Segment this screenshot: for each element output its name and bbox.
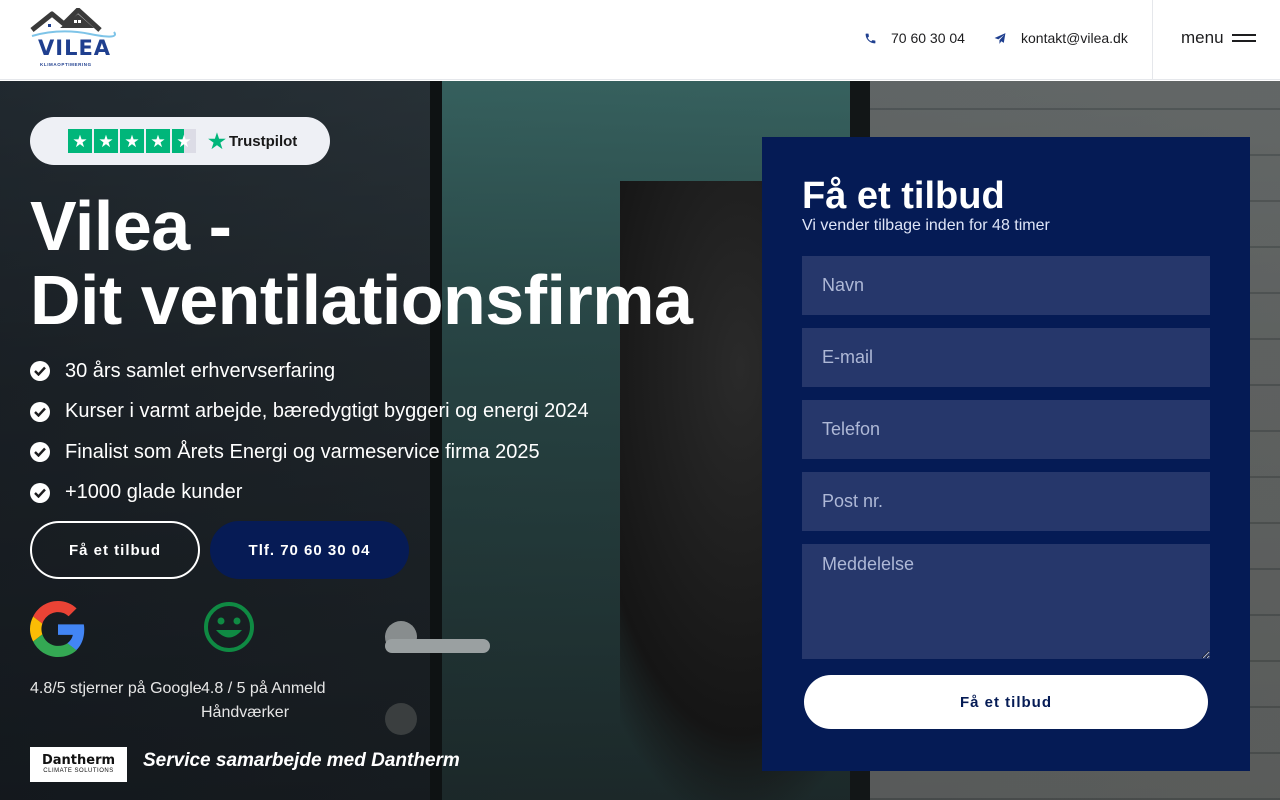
dantherm-logo-subtext: CLIMATE SOLUTIONS xyxy=(43,768,114,774)
hero-background-door-lock xyxy=(385,703,417,735)
phone-icon xyxy=(865,33,876,43)
trustpilot-badge[interactable]: ★ ★ ★ ★ ★ ★ Trustpilot xyxy=(30,117,330,165)
trustpilot-brand-text: Trustpilot xyxy=(228,132,298,150)
logo-tagline: KLIMAOPTIMERING xyxy=(40,62,92,67)
check-circle-icon xyxy=(30,442,50,463)
message-textarea[interactable] xyxy=(802,544,1210,659)
header-email-text: kontakt@vilea.dk xyxy=(1021,30,1128,46)
site-header: VILEA KLIMAOPTIMERING 70 60 30 04 kontak… xyxy=(0,0,1280,80)
feature-item: +1000 glade kunder xyxy=(30,473,589,514)
check-circle-icon xyxy=(30,482,50,503)
star-icon: ★ xyxy=(94,129,118,153)
trustpilot-star-icon: ★ xyxy=(208,130,226,153)
hero-section: ★ ★ ★ ★ ★ ★ Trustpilot Vilea - Dit venti… xyxy=(0,81,1280,800)
hamburger-icon xyxy=(1231,33,1256,43)
dantherm-logo-text: Dantherm xyxy=(41,753,116,768)
half-star-icon: ★ xyxy=(172,129,196,153)
check-circle-icon xyxy=(30,401,50,422)
form-subtitle: Vi vender tilbage inden for 48 timer xyxy=(802,217,1050,234)
feature-text: +1000 glade kunder xyxy=(65,481,243,504)
dantherm-logo[interactable]: Dantherm CLIMATE SOLUTIONS xyxy=(30,747,127,782)
email-input[interactable] xyxy=(802,328,1210,387)
feature-text: Kurser i varmt arbejde, bæredygtigt bygg… xyxy=(65,400,589,423)
trustpilot-logo: ★ Trustpilot xyxy=(208,129,297,154)
get-quote-button[interactable]: Få et tilbud xyxy=(30,521,200,579)
feature-item: 30 års samlet erhvervserfaring xyxy=(30,351,589,392)
phone-input[interactable] xyxy=(802,400,1210,459)
paper-plane-icon xyxy=(994,32,1006,44)
header-email-link[interactable]: kontakt@vilea.dk xyxy=(993,30,1128,46)
header-divider xyxy=(1152,0,1153,80)
trustpilot-stars: ★ ★ ★ ★ ★ xyxy=(68,129,196,153)
google-rating-text: 4.8/5 stjerner på Google xyxy=(30,680,202,697)
anmeld-rating-text: 4.8 / 5 på Anmeld Håndværker xyxy=(201,680,326,721)
hero-background-door-handle xyxy=(385,639,490,653)
feature-item: Finalist som Årets Energi og varmeservic… xyxy=(30,432,589,473)
google-rating[interactable]: 4.8/5 stjerner på Google xyxy=(30,601,202,701)
form-title: Få et tilbud xyxy=(802,175,1005,217)
submit-quote-button[interactable]: Få et tilbud xyxy=(804,675,1208,729)
star-icon: ★ xyxy=(146,129,170,153)
hero-title-line-2: Dit ventilationsfirma xyxy=(30,261,693,339)
check-circle-icon xyxy=(30,361,50,382)
logo-wordmark: VILEA xyxy=(38,36,112,60)
call-phone-button[interactable]: Tlf. 70 60 30 04 xyxy=(210,521,409,579)
menu-label: menu xyxy=(1181,28,1224,47)
smiley-icon xyxy=(201,601,257,657)
zip-input[interactable] xyxy=(802,472,1210,531)
star-icon: ★ xyxy=(68,129,92,153)
vilea-logo[interactable]: VILEA KLIMAOPTIMERING xyxy=(30,8,116,70)
header-phone-link[interactable]: 70 60 30 04 xyxy=(864,30,965,46)
header-phone-text: 70 60 30 04 xyxy=(891,30,965,46)
partner-text: Service samarbejde med Dantherm xyxy=(143,750,460,771)
feature-item: Kurser i varmt arbejde, bæredygtigt bygg… xyxy=(30,392,589,433)
quote-form: Få et tilbud Vi vender tilbage inden for… xyxy=(762,137,1250,771)
name-input[interactable] xyxy=(802,256,1210,315)
anmeld-haandvaerker-rating[interactable]: 4.8 / 5 på Anmeld Håndværker xyxy=(201,601,341,725)
menu-button[interactable]: menu xyxy=(1181,28,1256,48)
hero-title-line-1: Vilea - xyxy=(30,187,232,265)
feature-text: 30 års samlet erhvervserfaring xyxy=(65,359,336,382)
hero-title: Vilea - Dit ventilationsfirma xyxy=(30,187,693,339)
google-g-icon xyxy=(30,601,86,657)
feature-list: 30 års samlet erhvervserfaring Kurser i … xyxy=(30,351,589,513)
feature-text: Finalist som Årets Energi og varmeservic… xyxy=(65,440,540,463)
star-icon: ★ xyxy=(120,129,144,153)
